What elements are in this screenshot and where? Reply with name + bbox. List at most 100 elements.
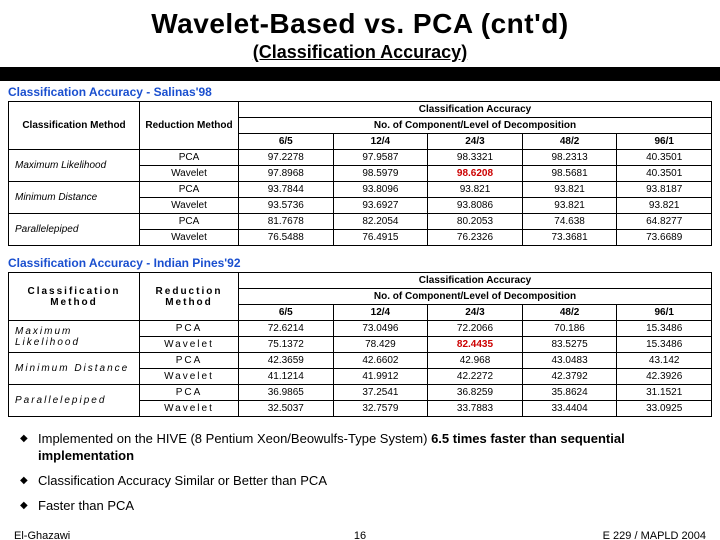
table1: Classification Method Reduction Method C… [8, 101, 712, 246]
col-head: 6/5 [239, 134, 334, 150]
value-cell: 15.3486 [617, 337, 712, 353]
col-head: 6/5 [239, 305, 334, 321]
table-row: ParallelepipedPCA36.986537.254136.825935… [9, 385, 712, 401]
class-cell: Parallelepiped [9, 214, 140, 246]
value-cell: 74.638 [522, 214, 617, 230]
value-cell: 97.2278 [239, 150, 334, 166]
value-cell: 76.2326 [428, 230, 523, 246]
value-cell: 15.3486 [617, 321, 712, 337]
col-head: 48/2 [522, 134, 617, 150]
col-head: 96/1 [617, 305, 712, 321]
value-cell: 93.8187 [617, 182, 712, 198]
value-cell: 83.5275 [522, 337, 617, 353]
t1-head-class: Classification Method [9, 102, 140, 150]
value-cell: 33.4404 [522, 401, 617, 417]
footer-right: E 229 / MAPLD 2004 [603, 530, 706, 540]
value-cell: 93.821 [617, 198, 712, 214]
value-cell: 32.7579 [333, 401, 428, 417]
reduction-cell: Wavelet [140, 166, 239, 182]
col-head: 48/2 [522, 305, 617, 321]
table-row: Maximum LikelihoodPCA72.621473.049672.20… [9, 321, 712, 337]
value-cell: 93.6927 [333, 198, 428, 214]
col-head: 12/4 [333, 134, 428, 150]
value-cell: 36.9865 [239, 385, 334, 401]
value-cell: 32.5037 [239, 401, 334, 417]
value-cell: 98.3321 [428, 150, 523, 166]
reduction-cell: Wavelet [140, 198, 239, 214]
value-cell: 33.7883 [428, 401, 523, 417]
value-cell: 31.1521 [617, 385, 712, 401]
t1-head-group: Classification Accuracy [239, 102, 712, 118]
class-cell: Maximum Likelihood [9, 321, 140, 353]
value-cell: 98.5979 [333, 166, 428, 182]
value-cell: 78.429 [333, 337, 428, 353]
class-cell: Minimum Distance [9, 353, 140, 385]
value-cell: 40.3501 [617, 166, 712, 182]
value-cell: 73.0496 [333, 321, 428, 337]
value-cell: 97.8968 [239, 166, 334, 182]
value-cell: 93.821 [522, 182, 617, 198]
bullet-item: Faster than PCA [20, 498, 720, 515]
reduction-cell: Wavelet [140, 401, 239, 417]
value-cell: 36.8259 [428, 385, 523, 401]
t2-head-group: Classification Accuracy [239, 273, 712, 289]
value-cell: 93.8086 [428, 198, 523, 214]
slide-container: Wavelet-Based vs. PCA (cnt'd) (Classific… [0, 0, 720, 540]
value-cell: 82.2054 [333, 214, 428, 230]
value-cell: 76.5488 [239, 230, 334, 246]
value-cell: 42.3792 [522, 369, 617, 385]
reduction-cell: PCA [140, 321, 239, 337]
value-cell: 98.2313 [522, 150, 617, 166]
value-cell: 76.4915 [333, 230, 428, 246]
class-cell: Maximum Likelihood [9, 150, 140, 182]
t2-head-sub: No. of Component/Level of Decomposition [239, 289, 712, 305]
col-head: 12/4 [333, 305, 428, 321]
table1-caption: Classification Accuracy - Salinas'98 [0, 81, 720, 101]
value-cell: 42.3659 [239, 353, 334, 369]
reduction-cell: PCA [140, 214, 239, 230]
col-head: 96/1 [617, 134, 712, 150]
value-cell: 98.5681 [522, 166, 617, 182]
t2-head-red: Reduction Method [140, 273, 239, 321]
value-cell: 70.186 [522, 321, 617, 337]
reduction-cell: PCA [140, 182, 239, 198]
value-cell: 75.1372 [239, 337, 334, 353]
value-cell: 42.3926 [617, 369, 712, 385]
col-head: 24/3 [428, 305, 523, 321]
reduction-cell: PCA [140, 353, 239, 369]
value-cell: 33.0925 [617, 401, 712, 417]
value-cell: 98.6208 [428, 166, 523, 182]
value-cell: 80.2053 [428, 214, 523, 230]
reduction-cell: PCA [140, 385, 239, 401]
value-cell: 35.8624 [522, 385, 617, 401]
reduction-cell: Wavelet [140, 337, 239, 353]
value-cell: 43.0483 [522, 353, 617, 369]
reduction-cell: Wavelet [140, 369, 239, 385]
class-cell: Parallelepiped [9, 385, 140, 417]
table-row: ParallelepipedPCA81.767882.205480.205374… [9, 214, 712, 230]
value-cell: 82.4435 [428, 337, 523, 353]
bullet-item: Classification Accuracy Similar or Bette… [20, 473, 720, 490]
t1-head-red: Reduction Method [140, 102, 239, 150]
reduction-cell: Wavelet [140, 230, 239, 246]
value-cell: 40.3501 [617, 150, 712, 166]
slide-title: Wavelet-Based vs. PCA (cnt'd) [0, 0, 720, 40]
value-cell: 81.7678 [239, 214, 334, 230]
slide-subtitle: (Classification Accuracy) [0, 42, 720, 63]
table2: Classification Method Reduction Method C… [8, 272, 712, 417]
table-row: Minimum DistancePCA93.784493.809693.8219… [9, 182, 712, 198]
value-cell: 42.2272 [428, 369, 523, 385]
value-cell: 97.9587 [333, 150, 428, 166]
value-cell: 93.7844 [239, 182, 334, 198]
class-cell: Minimum Distance [9, 182, 140, 214]
value-cell: 93.5736 [239, 198, 334, 214]
value-cell: 93.821 [428, 182, 523, 198]
value-cell: 42.6602 [333, 353, 428, 369]
value-cell: 73.6689 [617, 230, 712, 246]
value-cell: 41.1214 [239, 369, 334, 385]
table-row: Minimum DistancePCA42.365942.660242.9684… [9, 353, 712, 369]
divider-bar [0, 67, 720, 81]
t2-head-class: Classification Method [9, 273, 140, 321]
reduction-cell: PCA [140, 150, 239, 166]
bullet-item: Implemented on the HIVE (8 Pentium Xeon/… [20, 431, 720, 465]
